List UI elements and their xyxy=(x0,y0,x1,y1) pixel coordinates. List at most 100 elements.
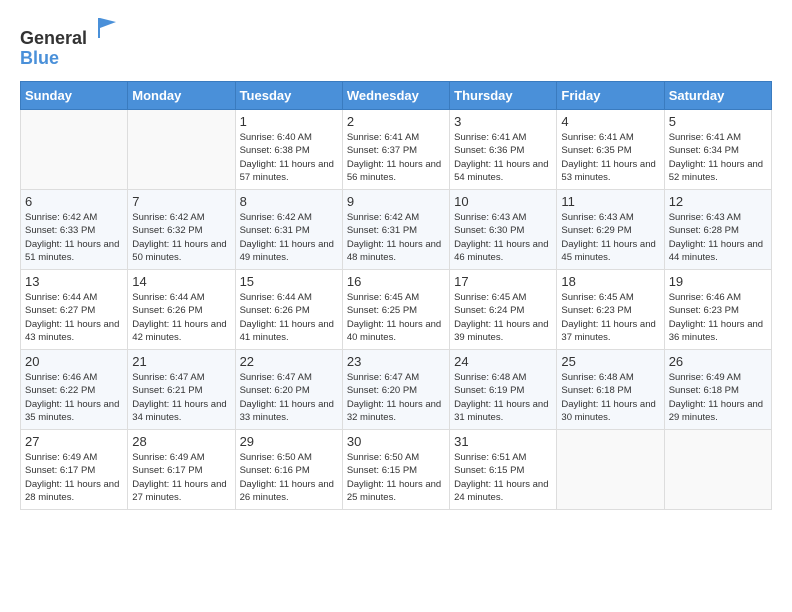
day-number: 7 xyxy=(132,194,230,209)
calendar-cell: 28 Sunrise: 6:49 AM Sunset: 6:17 PM Dayli… xyxy=(128,430,235,510)
calendar-cell: 16 Sunrise: 6:45 AM Sunset: 6:25 PM Dayli… xyxy=(342,270,449,350)
calendar-cell: 2Sunrise: 6:41 AM Sunset: 6:37 PM Daylig… xyxy=(342,110,449,190)
day-info: Sunrise: 6:40 AM Sunset: 6:38 PM Dayligh… xyxy=(240,131,338,184)
calendar-cell: 22 Sunrise: 6:47 AM Sunset: 6:20 PM Dayli… xyxy=(235,350,342,430)
calendar-cell: 17 Sunrise: 6:45 AM Sunset: 6:24 PM Dayli… xyxy=(450,270,557,350)
day-info: Sunrise: 6:42 AM Sunset: 6:33 PM Dayligh… xyxy=(25,211,123,264)
day-info: Sunrise: 6:50 AM Sunset: 6:16 PM Dayligh… xyxy=(240,451,338,504)
day-number: 17 xyxy=(454,274,552,289)
calendar-cell: 29Sunrise: 6:50 AM Sunset: 6:16 PM Dayli… xyxy=(235,430,342,510)
day-number: 10 xyxy=(454,194,552,209)
day-info: Sunrise: 6:47 AM Sunset: 6:20 PM Dayligh… xyxy=(347,371,445,424)
page: General Blue SundayMondayTuesdayWednesda… xyxy=(0,0,792,526)
logo-text: General Blue xyxy=(20,16,122,69)
calendar-cell xyxy=(664,430,771,510)
calendar-cell: 14Sunrise: 6:44 AM Sunset: 6:26 PM Dayli… xyxy=(128,270,235,350)
day-number: 25 xyxy=(561,354,659,369)
week-row-4: 20 Sunrise: 6:46 AM Sunset: 6:22 PM Dayli… xyxy=(21,350,772,430)
calendar-cell: 15Sunrise: 6:44 AM Sunset: 6:26 PM Dayli… xyxy=(235,270,342,350)
day-info: Sunrise: 6:41 AM Sunset: 6:35 PM Dayligh… xyxy=(561,131,659,184)
calendar-cell: 7Sunrise: 6:42 AM Sunset: 6:32 PM Daylig… xyxy=(128,190,235,270)
calendar-cell: 27 Sunrise: 6:49 AM Sunset: 6:17 PM Dayli… xyxy=(21,430,128,510)
day-number: 24 xyxy=(454,354,552,369)
day-info: Sunrise: 6:44 AM Sunset: 6:27 PM Dayligh… xyxy=(25,291,123,344)
day-number: 13 xyxy=(25,274,123,289)
header: General Blue xyxy=(20,16,772,69)
day-number: 30 xyxy=(347,434,445,449)
day-info: Sunrise: 6:43 AM Sunset: 6:30 PM Dayligh… xyxy=(454,211,552,264)
day-info: Sunrise: 6:49 AM Sunset: 6:18 PM Dayligh… xyxy=(669,371,767,424)
calendar-cell: 13 Sunrise: 6:44 AM Sunset: 6:27 PM Dayli… xyxy=(21,270,128,350)
calendar-cell: 11 Sunrise: 6:43 AM Sunset: 6:29 PM Dayli… xyxy=(557,190,664,270)
day-info: Sunrise: 6:49 AM Sunset: 6:17 PM Dayligh… xyxy=(25,451,123,504)
day-info: Sunrise: 6:42 AM Sunset: 6:31 PM Dayligh… xyxy=(347,211,445,264)
week-row-2: 6 Sunrise: 6:42 AM Sunset: 6:33 PM Daylig… xyxy=(21,190,772,270)
calendar-cell: 8Sunrise: 6:42 AM Sunset: 6:31 PM Daylig… xyxy=(235,190,342,270)
day-number: 6 xyxy=(25,194,123,209)
weekday-header-row: SundayMondayTuesdayWednesdayThursdayFrid… xyxy=(21,82,772,110)
day-number: 16 xyxy=(347,274,445,289)
day-info: Sunrise: 6:47 AM Sunset: 6:21 PM Dayligh… xyxy=(132,371,230,424)
day-info: Sunrise: 6:45 AM Sunset: 6:24 PM Dayligh… xyxy=(454,291,552,344)
calendar-cell: 6 Sunrise: 6:42 AM Sunset: 6:33 PM Daylig… xyxy=(21,190,128,270)
logo: General Blue xyxy=(20,16,122,69)
day-number: 19 xyxy=(669,274,767,289)
day-info: Sunrise: 6:49 AM Sunset: 6:17 PM Dayligh… xyxy=(132,451,230,504)
week-row-3: 13 Sunrise: 6:44 AM Sunset: 6:27 PM Dayli… xyxy=(21,270,772,350)
logo-blue: Blue xyxy=(20,48,59,68)
day-info: Sunrise: 6:50 AM Sunset: 6:15 PM Dayligh… xyxy=(347,451,445,504)
logo-general: General xyxy=(20,28,87,48)
calendar-cell: 19Sunrise: 6:46 AM Sunset: 6:23 PM Dayli… xyxy=(664,270,771,350)
weekday-header-monday: Monday xyxy=(128,82,235,110)
day-info: Sunrise: 6:45 AM Sunset: 6:23 PM Dayligh… xyxy=(561,291,659,344)
day-number: 26 xyxy=(669,354,767,369)
day-number: 15 xyxy=(240,274,338,289)
calendar-cell: 21Sunrise: 6:47 AM Sunset: 6:21 PM Dayli… xyxy=(128,350,235,430)
day-info: Sunrise: 6:41 AM Sunset: 6:34 PM Dayligh… xyxy=(669,131,767,184)
day-number: 18 xyxy=(561,274,659,289)
calendar-cell: 24 Sunrise: 6:48 AM Sunset: 6:19 PM Dayli… xyxy=(450,350,557,430)
day-number: 22 xyxy=(240,354,338,369)
calendar-cell: 4Sunrise: 6:41 AM Sunset: 6:35 PM Daylig… xyxy=(557,110,664,190)
week-row-1: 1 Sunrise: 6:40 AM Sunset: 6:38 PM Daylig… xyxy=(21,110,772,190)
weekday-header-sunday: Sunday xyxy=(21,82,128,110)
day-info: Sunrise: 6:51 AM Sunset: 6:15 PM Dayligh… xyxy=(454,451,552,504)
day-number: 11 xyxy=(561,194,659,209)
logo-flag-icon xyxy=(94,14,122,42)
day-info: Sunrise: 6:47 AM Sunset: 6:20 PM Dayligh… xyxy=(240,371,338,424)
calendar-cell: 10 Sunrise: 6:43 AM Sunset: 6:30 PM Dayli… xyxy=(450,190,557,270)
calendar-cell: 5 Sunrise: 6:41 AM Sunset: 6:34 PM Daylig… xyxy=(664,110,771,190)
week-row-5: 27 Sunrise: 6:49 AM Sunset: 6:17 PM Dayli… xyxy=(21,430,772,510)
calendar-table: SundayMondayTuesdayWednesdayThursdayFrid… xyxy=(20,81,772,510)
weekday-header-friday: Friday xyxy=(557,82,664,110)
calendar-cell: 31 Sunrise: 6:51 AM Sunset: 6:15 PM Dayli… xyxy=(450,430,557,510)
day-info: Sunrise: 6:43 AM Sunset: 6:29 PM Dayligh… xyxy=(561,211,659,264)
day-info: Sunrise: 6:45 AM Sunset: 6:25 PM Dayligh… xyxy=(347,291,445,344)
day-number: 2 xyxy=(347,114,445,129)
day-number: 20 xyxy=(25,354,123,369)
weekday-header-tuesday: Tuesday xyxy=(235,82,342,110)
calendar-cell: 26 Sunrise: 6:49 AM Sunset: 6:18 PM Dayli… xyxy=(664,350,771,430)
calendar-cell: 23 Sunrise: 6:47 AM Sunset: 6:20 PM Dayli… xyxy=(342,350,449,430)
calendar-cell: 25Sunrise: 6:48 AM Sunset: 6:18 PM Dayli… xyxy=(557,350,664,430)
calendar-cell xyxy=(128,110,235,190)
calendar-cell: 18 Sunrise: 6:45 AM Sunset: 6:23 PM Dayli… xyxy=(557,270,664,350)
calendar-cell xyxy=(557,430,664,510)
calendar-cell: 3Sunrise: 6:41 AM Sunset: 6:36 PM Daylig… xyxy=(450,110,557,190)
day-number: 5 xyxy=(669,114,767,129)
day-number: 28 xyxy=(132,434,230,449)
weekday-header-thursday: Thursday xyxy=(450,82,557,110)
day-info: Sunrise: 6:43 AM Sunset: 6:28 PM Dayligh… xyxy=(669,211,767,264)
logo-line1: General xyxy=(20,16,122,49)
calendar-cell: 20 Sunrise: 6:46 AM Sunset: 6:22 PM Dayli… xyxy=(21,350,128,430)
calendar-cell xyxy=(21,110,128,190)
day-number: 9 xyxy=(347,194,445,209)
day-info: Sunrise: 6:48 AM Sunset: 6:19 PM Dayligh… xyxy=(454,371,552,424)
day-info: Sunrise: 6:42 AM Sunset: 6:31 PM Dayligh… xyxy=(240,211,338,264)
day-number: 27 xyxy=(25,434,123,449)
day-number: 1 xyxy=(240,114,338,129)
day-number: 31 xyxy=(454,434,552,449)
day-info: Sunrise: 6:46 AM Sunset: 6:22 PM Dayligh… xyxy=(25,371,123,424)
day-number: 23 xyxy=(347,354,445,369)
weekday-header-wednesday: Wednesday xyxy=(342,82,449,110)
